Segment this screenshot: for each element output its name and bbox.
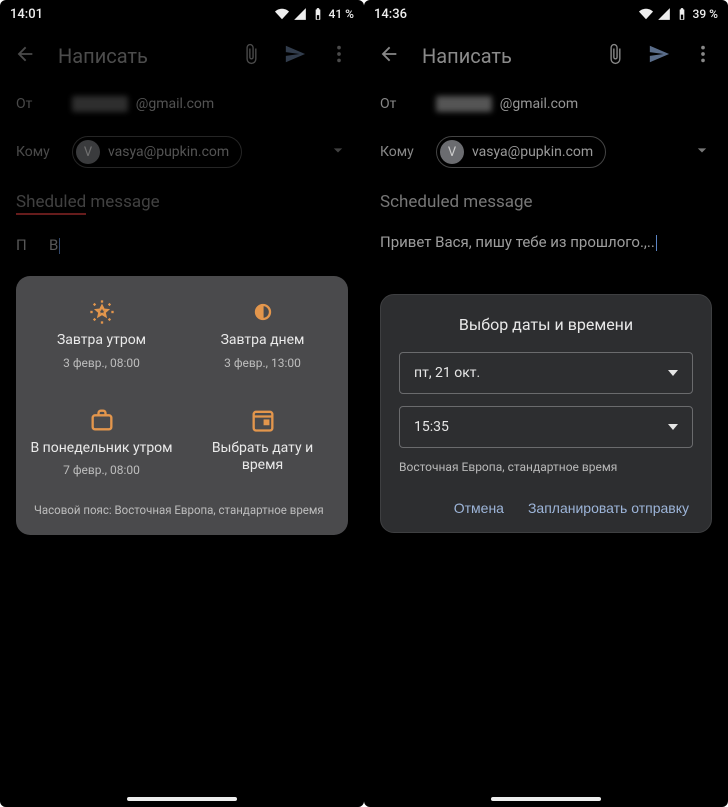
to-label: Кому <box>16 144 58 160</box>
option-sub: 7 февр., 08:00 <box>63 463 140 477</box>
from-label: От <box>380 96 422 112</box>
recipient-avatar: V <box>440 140 464 164</box>
compose-toolbar: Написать <box>0 28 364 84</box>
recipient-email: vasya@pupkin.com <box>108 144 229 160</box>
to-row[interactable]: Кому V vasya@pupkin.com <box>364 124 728 180</box>
from-value: xxxx@gmail.com <box>72 96 348 112</box>
back-icon[interactable] <box>378 43 400 69</box>
send-icon[interactable] <box>648 43 670 69</box>
datetime-picker-modal: Выбор даты и времени пт, 21 окт. 15:35 В… <box>380 294 712 533</box>
option-sub: 3 февр., 13:00 <box>224 356 301 370</box>
dropdown-icon <box>668 422 678 432</box>
signal-icon <box>657 7 671 21</box>
to-row[interactable]: Кому V vasya@pupkin.com <box>0 124 364 180</box>
schedule-send-button[interactable]: Запланировать отправку <box>528 500 689 516</box>
status-bar: 14:36 39 % <box>364 0 728 28</box>
back-icon[interactable] <box>14 43 36 69</box>
expand-recipients-icon[interactable] <box>328 140 348 164</box>
timezone-note: Часовой пояс: Восточная Европа, стандарт… <box>26 503 338 521</box>
option-pick-datetime[interactable]: Выбрать дату и время <box>187 406 338 478</box>
wifi-icon <box>275 7 289 21</box>
battery-icon <box>675 7 689 21</box>
option-tomorrow-morning[interactable]: Завтра утром 3 февр., 08:00 <box>26 298 177 370</box>
sun-icon <box>88 298 116 326</box>
option-label: Завтра днем <box>221 332 305 350</box>
battery-icon <box>311 7 325 21</box>
subject-field[interactable]: Sheduled message <box>0 180 364 221</box>
from-blur: xxxx <box>72 96 128 112</box>
body-field[interactable]: Привет Вася, пишу тебе из прошлого.,.. <box>364 218 728 267</box>
status-bar: 14:01 41 % <box>0 0 364 28</box>
from-value: xxxx@gmail.com <box>436 96 712 112</box>
from-row[interactable]: От xxxx@gmail.com <box>0 84 364 124</box>
phone-left: 14:01 41 % Написать От xxxx@gmail.com Ко… <box>0 0 364 807</box>
date-field[interactable]: пт, 21 окт. <box>399 352 693 394</box>
from-row[interactable]: От xxxx@gmail.com <box>364 84 728 124</box>
briefcase-icon <box>88 406 116 434</box>
option-label: В понедельник утром <box>30 440 172 458</box>
status-indicators: 39 % <box>639 7 718 21</box>
date-value: пт, 21 окт. <box>414 365 480 381</box>
expand-recipients-icon[interactable] <box>692 140 712 164</box>
option-label: Завтра утром <box>57 332 146 350</box>
subject-misspelled: Sheduled <box>16 192 86 215</box>
battery-percent: 39 % <box>693 7 718 21</box>
time-field[interactable]: 15:35 <box>399 406 693 448</box>
attach-icon[interactable] <box>604 43 626 69</box>
option-label: Выбрать дату и время <box>191 440 334 475</box>
option-tomorrow-afternoon[interactable]: Завтра днем 3 февр., 13:00 <box>187 298 338 370</box>
subject-field[interactable]: Scheduled message <box>364 180 728 218</box>
recipient-email: vasya@pupkin.com <box>472 144 593 160</box>
recipient-chip[interactable]: V vasya@pupkin.com <box>436 136 606 168</box>
signal-icon <box>293 7 307 21</box>
compose-toolbar: Написать <box>364 28 728 84</box>
more-icon[interactable] <box>692 43 714 69</box>
cancel-button[interactable]: Отмена <box>454 500 504 516</box>
picker-timezone: Восточная Европа, стандартное время <box>399 460 693 474</box>
status-time: 14:36 <box>374 7 407 22</box>
option-sub: 3 февр., 08:00 <box>63 356 140 370</box>
attach-icon[interactable] <box>240 43 262 69</box>
calendar-icon <box>249 406 277 434</box>
half-sun-icon <box>249 298 277 326</box>
body-field[interactable]: П В <box>0 221 364 270</box>
dropdown-icon <box>668 368 678 378</box>
option-monday-morning[interactable]: В понедельник утром 7 февр., 08:00 <box>26 406 177 478</box>
schedule-options-modal: Завтра утром 3 февр., 08:00 Завтра днем … <box>16 276 348 535</box>
time-value: 15:35 <box>414 419 449 435</box>
from-blur: xxxx <box>436 96 492 112</box>
toolbar-title: Написать <box>422 44 582 68</box>
home-indicator[interactable] <box>127 797 237 801</box>
recipient-avatar: V <box>76 140 100 164</box>
recipient-chip[interactable]: V vasya@pupkin.com <box>72 136 242 168</box>
status-indicators: 41 % <box>275 7 354 21</box>
toolbar-title: Написать <box>58 44 218 68</box>
to-label: Кому <box>380 144 422 160</box>
home-indicator[interactable] <box>491 797 601 801</box>
phone-right: 14:36 39 % Написать От xxxx@gmail.com Ко… <box>364 0 728 807</box>
status-time: 14:01 <box>10 7 43 22</box>
from-label: От <box>16 96 58 112</box>
more-icon[interactable] <box>328 43 350 69</box>
picker-title: Выбор даты и времени <box>399 315 693 334</box>
send-icon[interactable] <box>284 43 306 69</box>
battery-percent: 41 % <box>329 7 354 21</box>
wifi-icon <box>639 7 653 21</box>
